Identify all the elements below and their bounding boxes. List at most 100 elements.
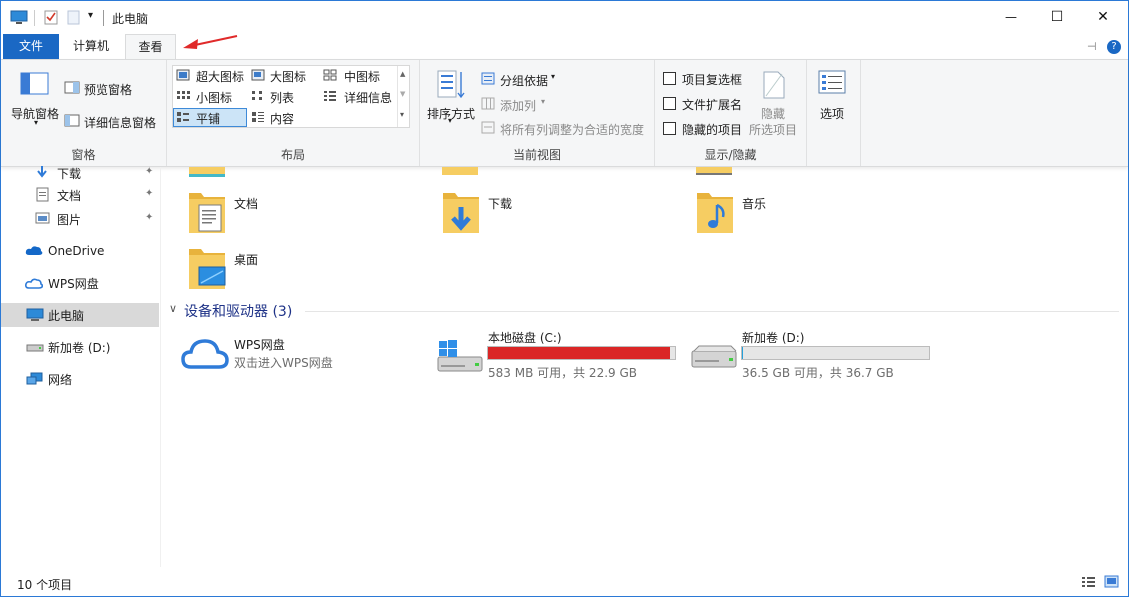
layout-medium-icons[interactable]: 中图标	[344, 68, 380, 85]
sidebar-item-network[interactable]: 网络	[1, 367, 159, 391]
device-drive-d[interactable]: 新加卷 (D:) 36.5 GB 可用，共 36.7 GB	[689, 327, 939, 383]
list-icon	[252, 91, 262, 100]
file-extensions-checkbox[interactable]	[663, 97, 676, 110]
drive-icon	[691, 345, 737, 368]
fit-columns-button[interactable]: 将所有列调整为合适的宽度	[500, 121, 644, 138]
device-drive-c[interactable]: 本地磁盘 (C:) 583 MB 可用，共 22.9 GB	[435, 327, 685, 383]
device-name: 本地磁盘 (C:)	[488, 331, 562, 345]
preview-pane-button[interactable]: 预览窗格	[84, 81, 132, 98]
annotation-arrow	[183, 35, 238, 49]
fit-columns-icon	[481, 121, 495, 134]
layout-list[interactable]: 列表	[270, 89, 294, 106]
pin-ribbon-icon[interactable]: ⊣	[1087, 40, 1097, 53]
device-name: 新加卷 (D:)	[742, 331, 805, 345]
folder-music[interactable]: 音乐	[695, 187, 925, 235]
sidebar-item-label: 此电脑	[48, 308, 85, 323]
close-button[interactable]: ✕	[1080, 1, 1126, 33]
downloads-folder-icon	[443, 193, 479, 233]
folder-downloads[interactable]: 下载	[441, 187, 671, 235]
wps-cloud-icon	[25, 278, 43, 289]
music-folder-icon	[697, 193, 733, 233]
pin-icon: ✦	[145, 166, 154, 177]
sidebar-item-documents[interactable]: 文档 ✦	[1, 183, 159, 207]
tiles-icon	[177, 112, 189, 122]
collapse-chevron-icon[interactable]: ∨	[169, 302, 177, 315]
devices-section-title[interactable]: 设备和驱动器 (3)	[184, 301, 292, 321]
device-subtitle: 583 MB 可用，共 22.9 GB	[488, 366, 637, 380]
layout-content[interactable]: 内容	[270, 110, 294, 127]
sidebar-item-downloads[interactable]: 下载 ✦	[1, 161, 159, 185]
drive-icon	[26, 344, 44, 352]
partial-folder-icon	[189, 167, 225, 179]
layout-large-icons[interactable]: 大图标	[270, 68, 306, 85]
layout-details[interactable]: 详细信息	[344, 89, 392, 106]
device-wps-cloud[interactable]: WPS网盘 双击进入WPS网盘	[181, 331, 421, 379]
sidebar-item-label: WPS网盘	[48, 276, 99, 291]
folder-documents[interactable]: 文档	[187, 187, 417, 235]
current-view-group-label: 当前视图	[512, 148, 561, 162]
sidebar-item-this-pc[interactable]: 此电脑	[1, 303, 159, 327]
pane-group: 导航窗格 ▾ 预览窗格 详细信息窗格 窗格	[1, 60, 167, 166]
group-by-icon	[481, 72, 495, 85]
section-divider	[305, 311, 1119, 312]
sidebar-item-label: 新加卷 (D:)	[48, 340, 111, 355]
tab-file[interactable]: 文件	[3, 34, 59, 59]
chevron-down-icon[interactable]: ▾	[541, 97, 545, 106]
large-icons-view-icon[interactable]	[1104, 575, 1119, 588]
item-count: 10 个项目	[17, 578, 73, 592]
drive-usage-fill	[488, 347, 671, 359]
details-icon	[324, 91, 336, 101]
cloud-icon	[25, 246, 43, 255]
content-icon	[252, 112, 264, 122]
details-pane-button[interactable]: 详细信息窗格	[84, 114, 156, 131]
medium-icons-icon	[323, 69, 337, 81]
file-extensions-label: 文件扩展名	[682, 98, 743, 112]
preview-pane-icon	[64, 81, 80, 94]
scroll-down-icon[interactable]: ▼	[400, 90, 405, 98]
extra-large-icons-icon	[176, 69, 190, 81]
layout-tiles[interactable]: 平铺	[196, 110, 220, 127]
sidebar-item-onedrive[interactable]: OneDrive	[1, 239, 159, 263]
add-column-button[interactable]: 添加列	[500, 97, 536, 114]
hidden-items-checkbox[interactable]	[663, 122, 676, 135]
tab-view[interactable]: 查看	[125, 34, 176, 60]
minimize-button[interactable]: —	[988, 1, 1034, 33]
help-icon[interactable]: ?	[1107, 40, 1121, 54]
folder-label: 文档	[234, 197, 259, 211]
download-icon	[37, 166, 47, 178]
scroll-up-icon[interactable]: ▲	[400, 70, 405, 78]
folder-label: 音乐	[742, 197, 767, 211]
partial-folder-icon	[696, 167, 732, 177]
computer-icon	[26, 308, 44, 321]
sidebar-item-pictures[interactable]: 图片 ✦	[1, 207, 159, 231]
details-view-icon[interactable]	[1081, 576, 1096, 588]
large-icons-icon	[251, 69, 265, 81]
sidebar-item-drive-d[interactable]: 新加卷 (D:)	[1, 335, 159, 359]
item-checkboxes-checkbox[interactable]	[663, 72, 676, 85]
sidebar-item-label: 文档	[57, 188, 82, 203]
layout-extra-large-icons[interactable]: 超大图标	[196, 68, 244, 85]
hide-button[interactable]: 隐藏	[761, 105, 785, 122]
new-folder-icon[interactable]	[67, 10, 80, 25]
wps-cloud-icon	[181, 339, 229, 369]
hidden-items-label: 隐藏的项目	[682, 123, 743, 137]
layout-small-icons[interactable]: 小图标	[196, 89, 232, 106]
network-icon	[26, 372, 43, 385]
group-by-button[interactable]: 分组依据	[500, 72, 548, 89]
folder-desktop[interactable]: 桌面	[187, 243, 417, 291]
chevron-down-icon[interactable]: ▾	[448, 116, 452, 125]
sidebar-item-label: 图片	[57, 212, 82, 227]
maximize-button[interactable]: ☐	[1034, 1, 1080, 33]
computer-icon[interactable]	[10, 10, 28, 25]
sidebar-item-label: 网络	[48, 372, 73, 387]
options-button[interactable]: 选项	[820, 105, 844, 122]
properties-icon[interactable]	[44, 10, 58, 25]
chevron-down-icon[interactable]: ▾	[34, 118, 38, 127]
gallery-expand-icon[interactable]: ▾	[400, 110, 404, 119]
divider	[103, 10, 104, 26]
sidebar-item-wps[interactable]: WPS网盘	[1, 271, 159, 295]
chevron-down-icon[interactable]: ▾	[551, 72, 555, 81]
tab-computer[interactable]: 计算机	[63, 34, 119, 59]
customize-quick-access-icon[interactable]: ▾	[88, 10, 93, 21]
add-column-icon	[481, 97, 495, 110]
